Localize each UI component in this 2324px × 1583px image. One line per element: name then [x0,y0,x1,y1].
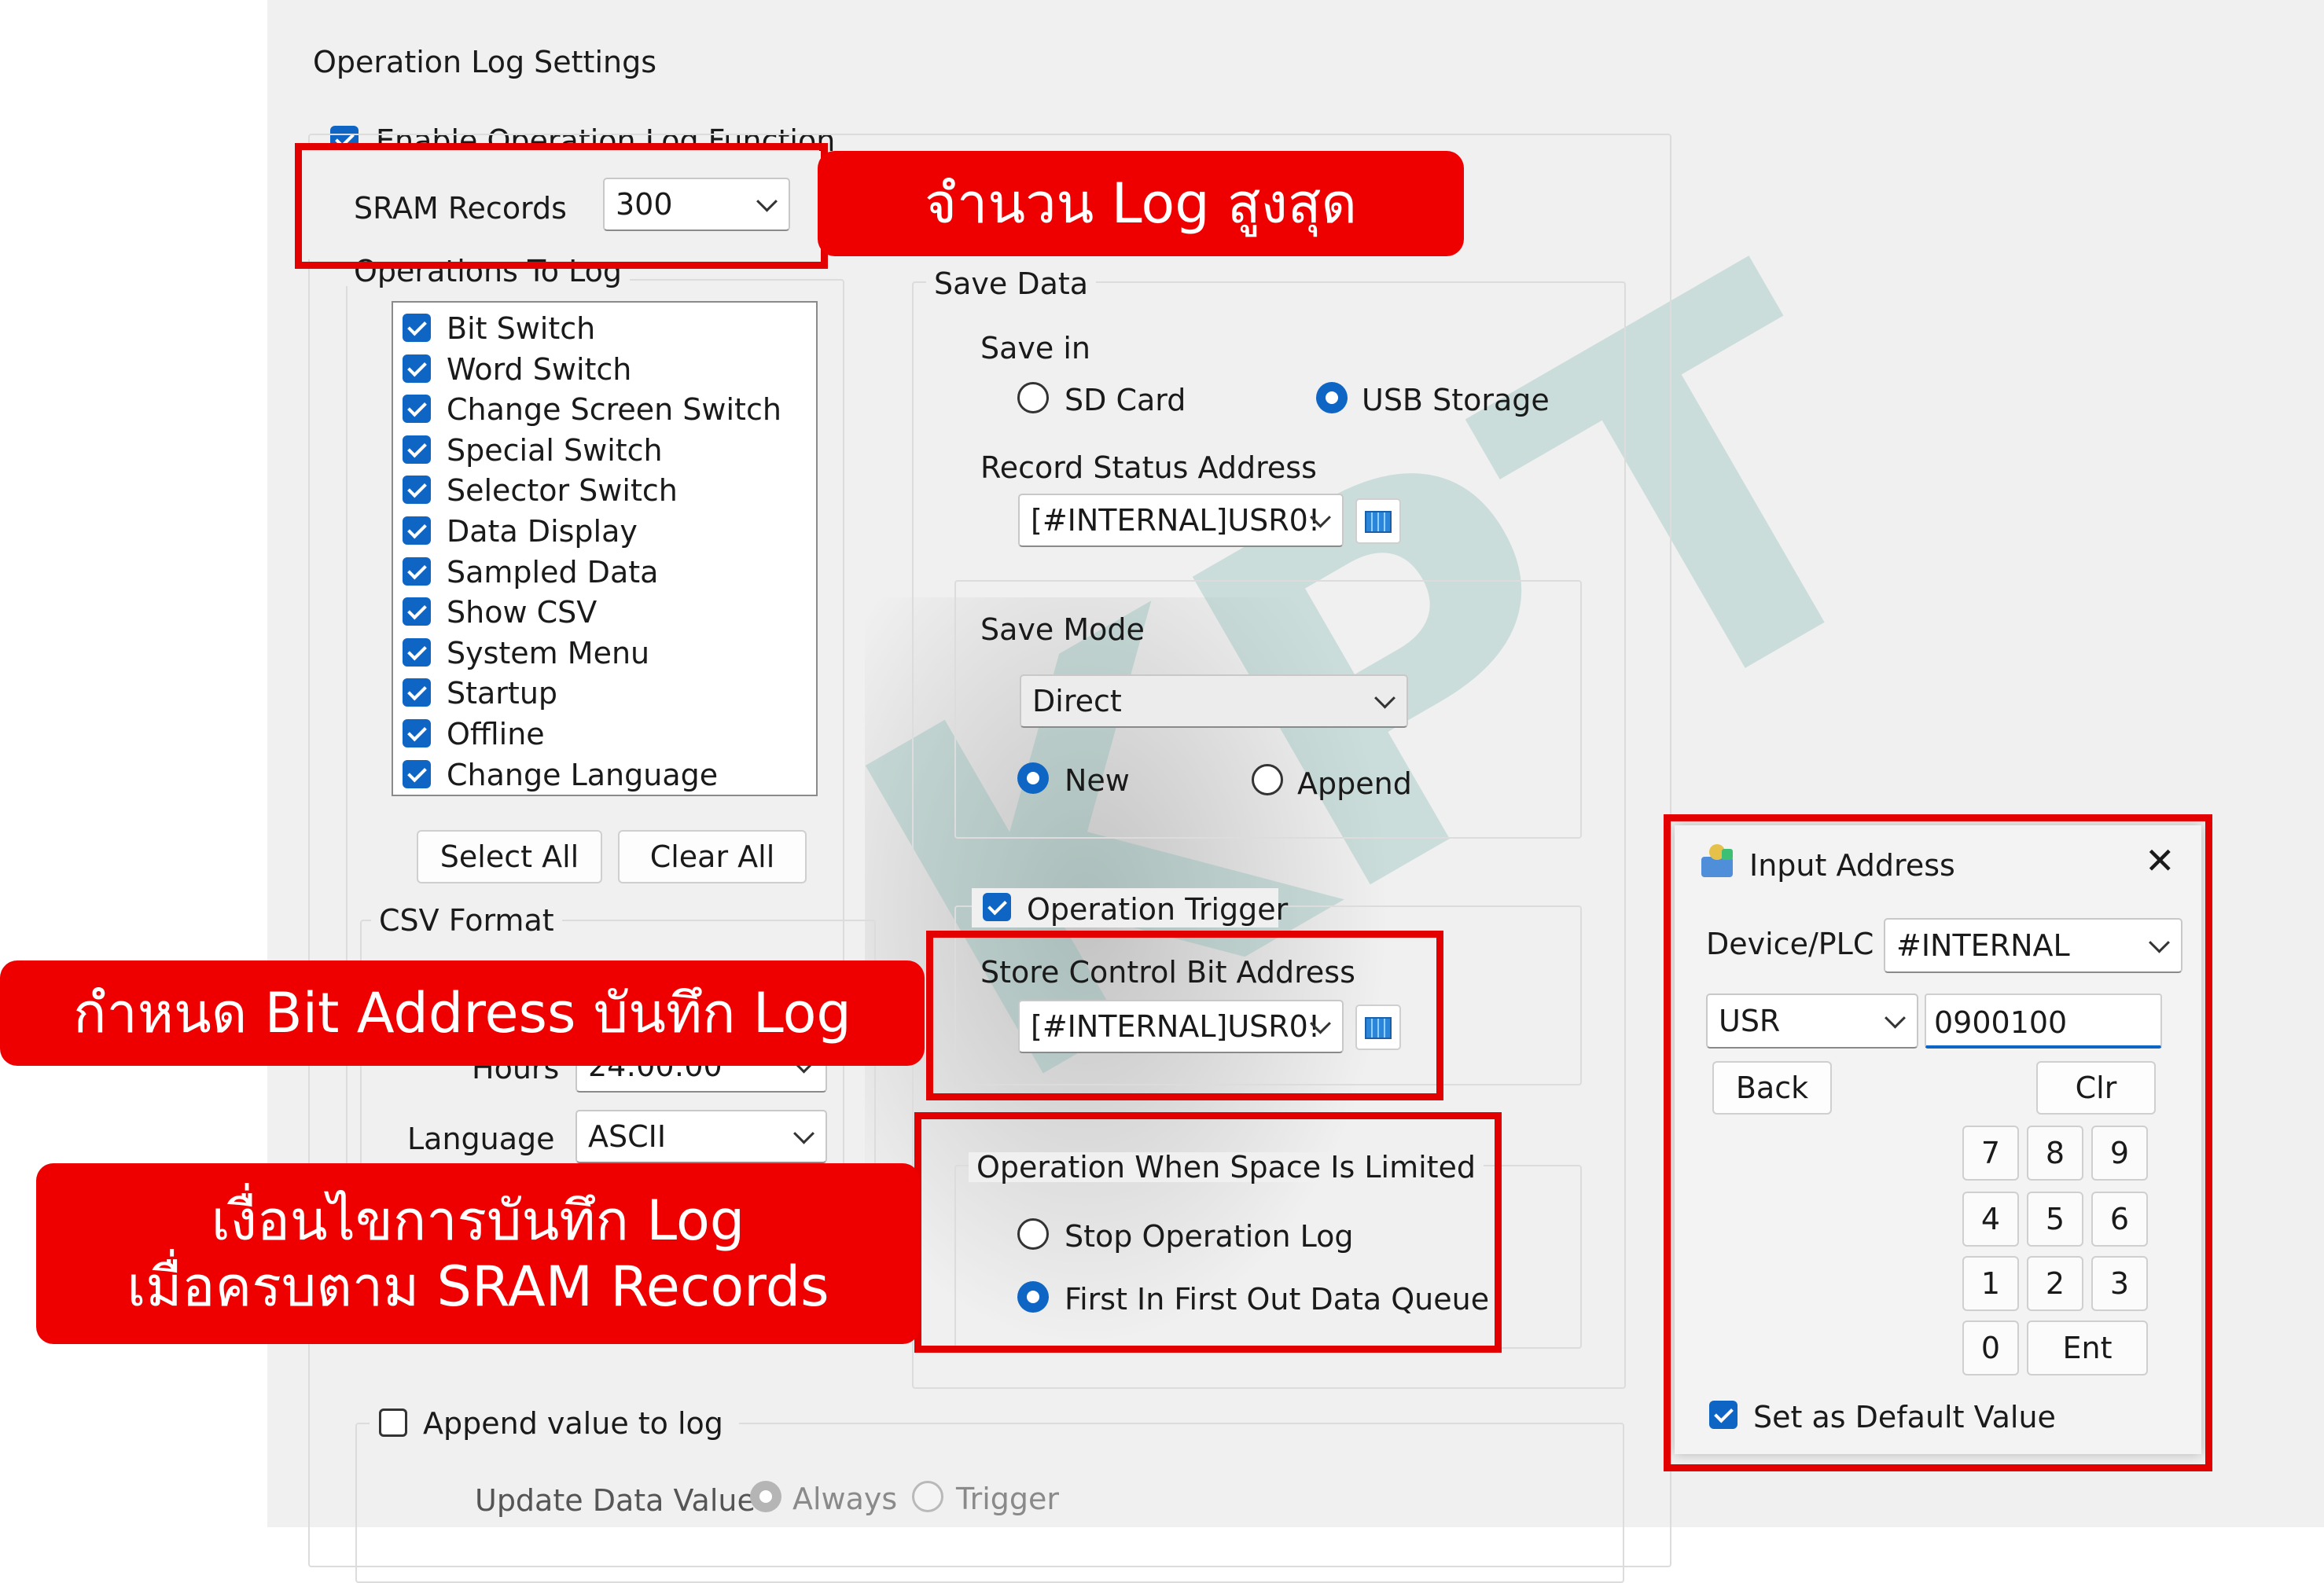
operation-label: Bit Switch [447,311,596,346]
operation-item[interactable]: Change Language [399,755,808,793]
operation-label: Data Display [447,514,638,549]
address-picker-icon[interactable] [1355,498,1401,544]
save-in-label: Save in [980,331,1090,365]
update-trigger-label: Trigger [956,1482,1060,1516]
callout-max-log: จำนวน Log สูงสุด [818,151,1464,256]
store-control-highlight-frame [926,931,1443,1100]
chevron-down-icon [793,1122,815,1144]
operation-checkbox[interactable] [403,516,431,545]
operation-checkbox[interactable] [403,637,431,667]
operation-label: Change Screen Switch [447,392,781,428]
operation-item[interactable]: Selector Switch [399,471,808,509]
operation-checkbox[interactable] [403,395,431,424]
callout-bit-address: กำหนด Bit Address บันทึก Log [0,960,925,1066]
save-mode-value: Direct [1032,684,1122,718]
append-radio[interactable] [1252,764,1283,795]
operation-item[interactable]: Word Switch [399,350,808,387]
operation-label: Offline [447,717,545,751]
operation-item[interactable]: Data Display [399,512,808,549]
operation-checkbox[interactable] [403,314,431,342]
new-label: New [1065,763,1130,798]
sram-highlight-frame [295,143,828,269]
operation-label: Special Switch [447,432,663,468]
update-data-label: Update Data Value [475,1483,756,1518]
callout-condition-line1: เงื่อนไขการบันทึก Log [211,1188,745,1253]
operation-item[interactable]: Bit Switch [399,309,808,347]
operation-item[interactable]: Change Screen Switch [399,390,808,428]
operation-label: Word Switch [447,351,632,387]
operation-checkbox[interactable] [403,476,431,505]
language-value: ASCII [588,1119,667,1154]
select-all-button[interactable]: Select All [417,830,602,883]
operation-label: Change Language [447,757,719,792]
operation-item[interactable]: Special Switch [399,431,808,468]
sd-card-radio[interactable] [1017,382,1049,413]
language-label: Language [407,1122,555,1156]
callout-condition-line2: เมื่อครบตาม SRAM Records [127,1254,829,1319]
language-combo[interactable]: ASCII [575,1110,827,1163]
record-status-combo[interactable]: [#INTERNAL]USR0! [1018,494,1344,547]
operation-item[interactable]: Startup [399,674,808,711]
update-trigger-radio[interactable] [912,1481,943,1512]
csv-format-legend: CSV Format [371,905,562,935]
operation-checkbox[interactable] [403,678,431,707]
chevron-down-icon [1374,687,1396,709]
append-label: Append [1297,766,1412,801]
operation-label: Sampled Data [447,554,659,589]
operation-checkbox[interactable] [403,597,431,626]
operation-trigger-label: Operation Trigger [1027,892,1289,927]
operation-label: Show CSV [447,595,598,630]
new-radio[interactable] [1017,762,1049,794]
operation-trigger-checkbox[interactable] [983,893,1011,921]
operation-checkbox[interactable] [403,354,431,383]
operation-item[interactable]: Offline [399,714,808,752]
page-title: Operation Log Settings [313,45,656,79]
operations-list[interactable]: Bit Switch Word Switch Change Screen Switc… [392,301,818,796]
operation-item[interactable]: System Menu [399,634,808,671]
save-data-legend: Save Data [926,269,1097,299]
callout-max-log-text: จำนวน Log สูงสุด [925,171,1357,236]
update-always-radio[interactable] [750,1481,781,1512]
append-value-checkbox[interactable] [379,1409,407,1437]
operation-checkbox[interactable] [403,719,431,747]
operation-item[interactable]: Sampled Data [399,553,808,590]
record-status-label: Record Status Address [980,450,1317,485]
operation-label: Selector Switch [447,473,678,509]
append-value-label: Append value to log [423,1406,723,1441]
operation-label: Startup [447,676,558,711]
callout-bit-address-text: กำหนด Bit Address บันทึก Log [73,981,851,1045]
clear-all-button[interactable]: Clear All [618,830,807,883]
save-mode-combo[interactable]: Direct [1020,674,1408,728]
space-limited-highlight-frame [914,1112,1502,1353]
sd-card-label: SD Card [1065,383,1186,417]
operation-checkbox[interactable] [403,556,431,586]
update-always-label: Always [792,1482,898,1516]
save-mode-label: Save Mode [980,612,1145,647]
dialog-highlight-frame [1664,814,2212,1471]
callout-condition: เงื่อนไขการบันทึก Log เมื่อครบตาม SRAM R… [36,1163,920,1344]
operation-item[interactable]: Show CSV [399,593,808,630]
operation-checkbox[interactable] [403,759,431,788]
operation-label: System Menu [447,635,650,670]
usb-storage-label: USB Storage [1362,383,1550,417]
record-status-value: [#INTERNAL]USR0! [1031,503,1321,538]
operation-checkbox[interactable] [403,435,431,464]
usb-storage-radio[interactable] [1316,382,1348,413]
